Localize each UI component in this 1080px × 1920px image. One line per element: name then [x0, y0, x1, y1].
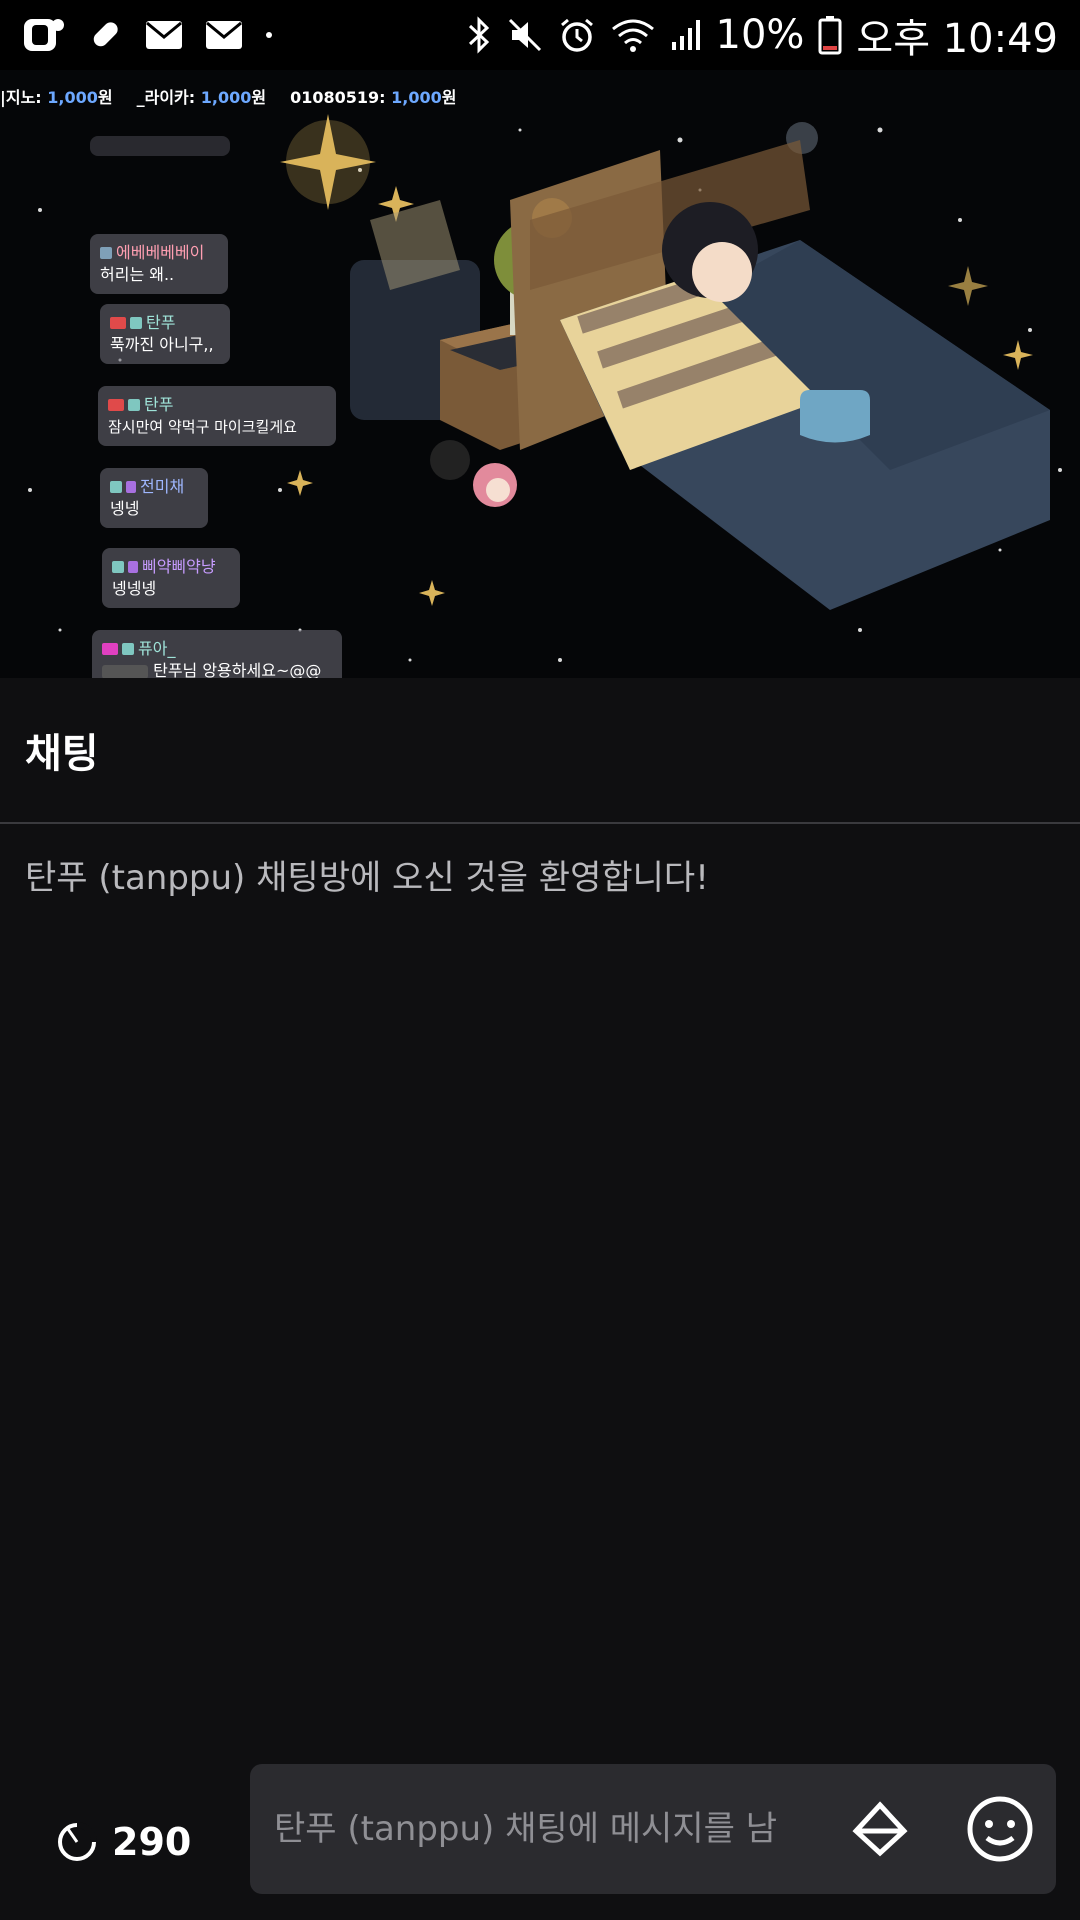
alarm-icon — [558, 16, 596, 54]
welcome-message: 탄푸 (tanppu) 채팅방에 오신 것을 환영합니다! — [25, 858, 709, 898]
bluetooth-icon — [466, 15, 492, 55]
heart-badge-icon — [102, 643, 118, 655]
overlay-text: 넹넹넹 — [112, 579, 157, 598]
clock: 오후 10:49 — [856, 16, 1058, 62]
donation-item: _라이카: 1,000원 — [136, 88, 267, 107]
overlay-message: 삐약삐약냥 넹넹넹 — [102, 548, 240, 608]
donation-item: |지노: 1,000원 — [0, 88, 113, 107]
battery-percent: 10% — [715, 12, 805, 58]
overlay-username: 탄푸 — [144, 395, 174, 414]
badge-icon — [122, 643, 134, 655]
donate-button[interactable] — [840, 1789, 920, 1869]
emoji-icon — [967, 1796, 1033, 1862]
badge-icon — [110, 481, 122, 493]
overlay-username: 전미채 — [140, 477, 185, 496]
chat-input-container[interactable] — [250, 1764, 1056, 1894]
badge-icon — [126, 481, 136, 493]
status-bar: 10% 오후 10:49 — [0, 0, 1080, 70]
overlay-message: 탄푸 푹까진 아니구,, — [100, 304, 230, 364]
overlay-text: 허리는 왜.. — [100, 265, 175, 284]
viewer-counter: 290 — [56, 1820, 246, 1864]
stream-illustration — [350, 122, 1050, 610]
chat-input-bar: 290 — [0, 1764, 1080, 1920]
dot-icon — [264, 30, 274, 40]
overlay-message: 에베베베베이 허리는 왜.. — [90, 234, 228, 294]
overlay-username: 퓨아_ — [138, 639, 176, 658]
overlay-username: 삐약삐약냥 — [142, 557, 216, 576]
donation-ticker: |지노: 1,000원 _라이카: 1,000원 01080519: 1,000… — [0, 84, 456, 108]
wifi-icon — [610, 17, 656, 53]
mail-icon — [144, 19, 184, 51]
overlay-message: 퓨아_ 탄푸님 앙용하세요~@@ — [92, 630, 342, 678]
overlay-message-partial — [90, 136, 230, 156]
overlay-text: 잠시만여 약먹구 마이크킬게요 — [108, 418, 297, 436]
overlay-text: 탄푸님 앙용하세요~@@ — [153, 661, 322, 678]
signal-icon — [670, 18, 702, 52]
chat-header: 채팅 — [0, 678, 1080, 824]
overlay-text: 넹넹 — [110, 499, 140, 518]
badge-icon — [130, 317, 142, 329]
overlay-username: 에베베베베이 — [116, 243, 205, 262]
overlay-text: 푹까진 아니구,, — [110, 335, 214, 354]
badge-icon — [128, 399, 140, 411]
chat-input[interactable] — [274, 1809, 834, 1849]
app-icon — [22, 15, 66, 55]
chat-title: 채팅 — [25, 731, 99, 777]
overlay-message: 탄푸 잠시만여 약먹구 마이크킬게요 — [98, 386, 336, 446]
stream-video[interactable]: |지노: 1,000원 _라이카: 1,000원 01080519: 1,000… — [0, 70, 1080, 678]
mute-icon — [506, 16, 544, 54]
donation-item: 01080519: 1,000원 — [290, 88, 457, 107]
badge-icon — [112, 561, 124, 573]
streamer-badge-icon — [108, 399, 124, 411]
badge-icon — [128, 561, 138, 573]
diamond-icon — [852, 1801, 908, 1857]
battery-icon — [818, 15, 842, 55]
overlay-username: 탄푸 — [146, 313, 176, 332]
emote-icon — [102, 664, 148, 678]
viewer-icon — [56, 1821, 98, 1863]
overlay-message: 전미채 넹넹 — [100, 468, 208, 528]
viewer-count: 290 — [112, 1820, 192, 1864]
badge-icon — [100, 247, 112, 259]
mail-icon — [204, 19, 244, 51]
emoji-button[interactable] — [960, 1789, 1040, 1869]
streamer-badge-icon — [110, 317, 126, 329]
pill-icon — [86, 16, 124, 54]
chat-messages[interactable]: 탄푸 (tanppu) 채팅방에 오신 것을 환영합니다! — [0, 826, 1080, 1756]
